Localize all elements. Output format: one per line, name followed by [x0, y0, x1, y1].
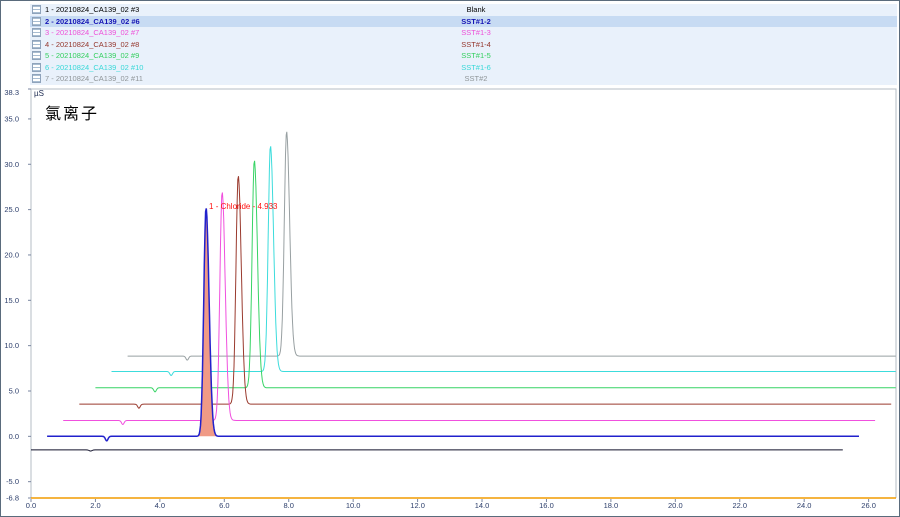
chromatogram-file-icon	[32, 74, 41, 83]
chromatogram-file-icon	[32, 17, 41, 26]
svg-text:10.0: 10.0	[4, 341, 19, 350]
sample-type: SST#1-5	[440, 51, 512, 60]
svg-text:26.0: 26.0	[861, 501, 876, 510]
trace-SST#1-5[interactable]	[95, 161, 895, 392]
chromatogram-file-icon	[32, 51, 41, 60]
peak-label: 1 - Chloride - 4.933	[209, 202, 278, 211]
chart-title: 氯离子	[45, 100, 99, 124]
svg-text:18.0: 18.0	[604, 501, 619, 510]
sample-type: Blank	[440, 5, 512, 14]
svg-text:6.0: 6.0	[219, 501, 229, 510]
svg-text:14.0: 14.0	[475, 501, 490, 510]
injection-name: 7 - 20210824_CA139_02 #11	[45, 74, 143, 83]
trace-Blank[interactable]	[31, 450, 843, 451]
traces	[31, 132, 896, 451]
chromatogram-plot[interactable]: 0.0 2.0 4.0 6.0 8.0 10.0 12.0 14.0 16.0 18.0 20.0 2…	[1, 86, 900, 517]
svg-text:8.0: 8.0	[284, 501, 294, 510]
trace-SST#1-3[interactable]	[63, 193, 875, 425]
injection-name: 6 - 20210824_CA139_02 #10	[45, 63, 143, 72]
chromatogram-file-icon	[32, 63, 41, 72]
chromatogram-window: 1 - 20210824_CA139_02 #3 Blank 2 - 2021082…	[0, 0, 900, 517]
sample-type: SST#1-2	[440, 17, 512, 26]
y-axis: 38.3 35.0 30.0 25.0 20.0 15.0 10.0 5.0 0.0 -5.0 -6…	[4, 88, 31, 503]
svg-text:5.0: 5.0	[9, 386, 19, 395]
svg-text:30.0: 30.0	[4, 160, 19, 169]
svg-text:4.0: 4.0	[155, 501, 165, 510]
legend-row-5[interactable]: 5 - 20210824_CA139_02 #9 SST#1-5	[30, 50, 897, 62]
svg-text:25.0: 25.0	[4, 205, 19, 214]
svg-text:-6.8: -6.8	[6, 494, 19, 503]
sample-type: SST#1-6	[440, 63, 512, 72]
legend-row-4[interactable]: 4 - 20210824_CA139_02 #8 SST#1-4	[30, 39, 897, 51]
chromatogram-file-icon	[32, 5, 41, 14]
injection-name: 2 - 20210824_CA139_02 #6	[45, 17, 140, 26]
svg-text:16.0: 16.0	[539, 501, 554, 510]
trace-SST#1-2[interactable]	[47, 208, 859, 440]
trace-SST#1-6[interactable]	[112, 146, 896, 375]
injection-name: 3 - 20210824_CA139_02 #7	[45, 28, 139, 37]
svg-text:20.0: 20.0	[4, 250, 19, 259]
legend-row-2[interactable]: 2 - 20210824_CA139_02 #6 SST#1-2	[30, 16, 897, 28]
svg-text:20.0: 20.0	[668, 501, 683, 510]
trace-SST#1-4[interactable]	[79, 176, 891, 408]
svg-text:24.0: 24.0	[797, 501, 812, 510]
sample-type: SST#1-4	[440, 40, 512, 49]
sample-type: SST#1-3	[440, 28, 512, 37]
injection-name: 5 - 20210824_CA139_02 #9	[45, 51, 139, 60]
chromatogram-file-icon	[32, 28, 41, 37]
svg-text:0.0: 0.0	[9, 432, 19, 441]
svg-text:12.0: 12.0	[410, 501, 425, 510]
legend-row-6[interactable]: 6 - 20210824_CA139_02 #10 SST#1-6	[30, 62, 897, 74]
sample-type: SST#2	[440, 74, 512, 83]
svg-text:15.0: 15.0	[4, 296, 19, 305]
svg-text:10.0: 10.0	[346, 501, 361, 510]
y-axis-unit-label: µS	[34, 89, 44, 98]
svg-text:35.0: 35.0	[4, 114, 19, 123]
injection-name: 4 - 20210824_CA139_02 #8	[45, 40, 139, 49]
svg-text:2.0: 2.0	[90, 501, 100, 510]
injection-name: 1 - 20210824_CA139_02 #3	[45, 5, 139, 14]
x-axis: 0.0 2.0 4.0 6.0 8.0 10.0 12.0 14.0 16.0 18.0 20.0 2…	[26, 498, 896, 510]
svg-text:0.0: 0.0	[26, 501, 36, 510]
legend-row-1[interactable]: 1 - 20210824_CA139_02 #3 Blank	[30, 4, 897, 16]
svg-text:38.3: 38.3	[4, 88, 19, 97]
chromatogram-file-icon	[32, 40, 41, 49]
chart-area: 0.0 2.0 4.0 6.0 8.0 10.0 12.0 14.0 16.0 18.0 20.0 2…	[1, 86, 900, 517]
legend-row-7[interactable]: 7 - 20210824_CA139_02 #11 SST#2	[30, 73, 897, 85]
svg-text:-5.0: -5.0	[6, 477, 19, 486]
legend-panel: 1 - 20210824_CA139_02 #3 Blank 2 - 2021082…	[30, 4, 897, 85]
svg-text:22.0: 22.0	[732, 501, 747, 510]
legend-row-3[interactable]: 3 - 20210824_CA139_02 #7 SST#1-3	[30, 27, 897, 39]
